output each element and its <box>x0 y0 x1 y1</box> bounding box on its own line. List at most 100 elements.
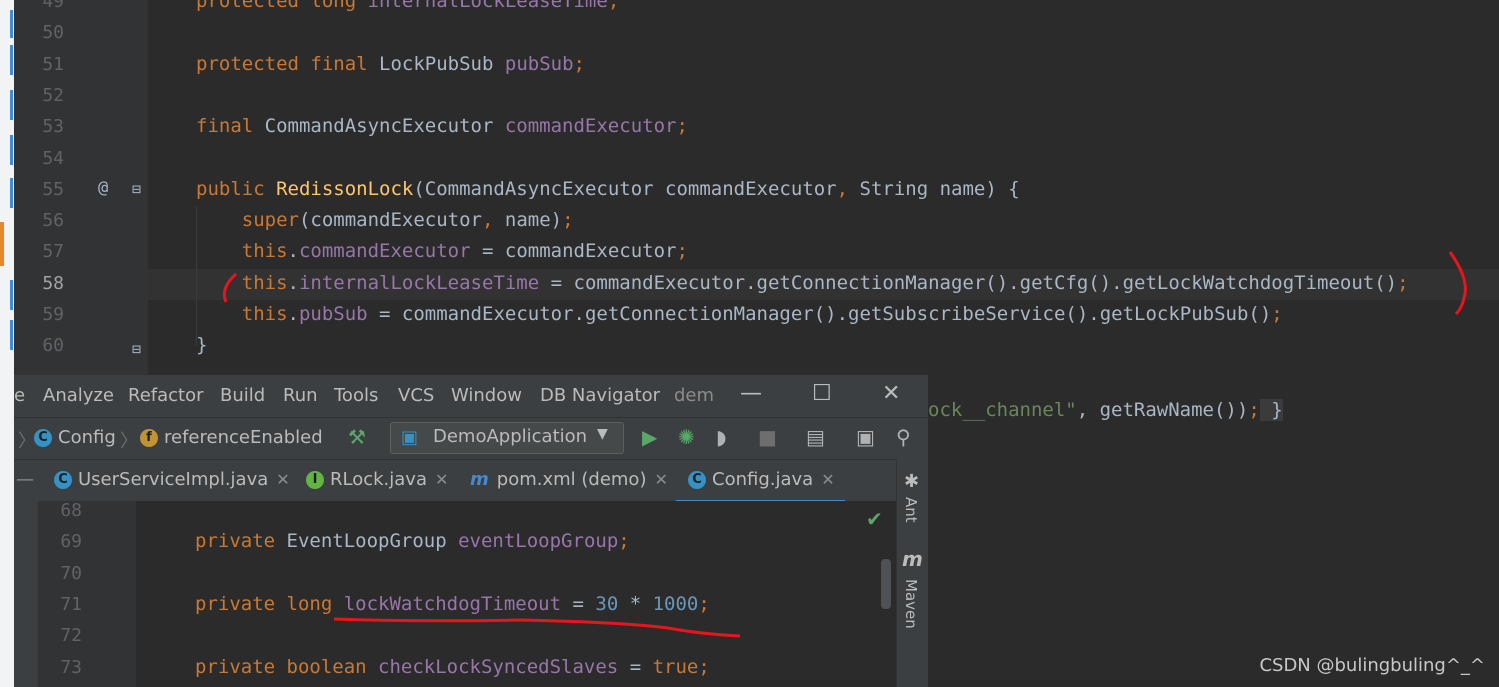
line-number: 60 <box>42 335 64 357</box>
code-token: ; <box>562 209 574 232</box>
window-title: dem <box>674 385 715 406</box>
line-number: 49 <box>42 0 64 12</box>
code-line[interactable]: 57 this.commandExecutor = commandExecuto… <box>14 236 1499 267</box>
code-token: ; <box>1397 271 1409 294</box>
menu-item-edit[interactable]: e <box>14 385 25 406</box>
code-token: this <box>196 271 288 294</box>
code-text: final CommandAsyncExecutor commandExecut… <box>196 111 688 142</box>
code-token: 1000 <box>652 592 699 615</box>
code-line[interactable]: 59 this.pubSub = commandExecutor.getConn… <box>14 299 1499 330</box>
build-hammer-icon[interactable]: ⚒ <box>348 425 366 449</box>
menu-item-vcs[interactable]: VCS <box>398 385 434 406</box>
close-tab-icon[interactable]: ✕ <box>654 470 667 489</box>
code-text: this.pubSub = commandExecutor.getConnect… <box>196 299 1283 330</box>
tab-rlock[interactable]: I RLock.java ✕ <box>306 460 448 500</box>
menu-item-build[interactable]: Build <box>220 385 265 406</box>
debug-bug-icon[interactable]: ✺ <box>678 425 695 449</box>
code-text: this.commandExecutor = commandExecutor; <box>196 236 688 267</box>
code-line[interactable]: 69 private EventLoopGroup eventLoopGroup; <box>14 526 896 557</box>
strip-marker <box>10 90 13 120</box>
code-text: private boolean checkLockSyncedSlaves = … <box>195 652 710 683</box>
code-token: } <box>196 334 208 357</box>
code-line[interactable]: 55 public RedissonLock(CommandAsyncExecut… <box>14 174 1499 205</box>
ant-tool-button[interactable]: Ant <box>902 497 920 523</box>
strip-marker <box>10 135 13 165</box>
stop-icon[interactable]: ■ <box>758 425 777 449</box>
menu-item-run[interactable]: Run <box>283 385 318 406</box>
popup-code-editor[interactable]: 68 69 private EventLoopGroup eventLoopGrou… <box>14 500 896 687</box>
breadcrumb-class[interactable]: C Config <box>34 427 116 448</box>
code-token: . <box>287 271 299 294</box>
tab-pom-xml[interactable]: m pom.xml (demo) ✕ <box>470 460 668 500</box>
code-line[interactable]: 72 <box>14 620 896 651</box>
scrollbar-thumb[interactable] <box>881 559 891 609</box>
code-token: ; <box>698 592 710 615</box>
code-line[interactable]: 52 <box>14 80 1499 111</box>
run-icon[interactable]: ▶ <box>642 425 657 449</box>
run-configuration-label: DemoApplication <box>433 426 588 447</box>
spring-app-icon: ▣ <box>401 427 419 448</box>
code-line[interactable]: 49 protected long internalLockLeaseTime; <box>14 0 1499 17</box>
close-button[interactable]: ✕ <box>882 381 900 406</box>
strip-marker-active <box>0 222 4 266</box>
overflow-code-fragment: ock__channel", getRawName()); } <box>928 399 1283 421</box>
code-text: } <box>196 330 207 361</box>
code-line[interactable]: 71 private long lockWatchdogTimeout = 30 … <box>14 589 896 620</box>
code-token: internalLockLeaseTime <box>367 0 608 12</box>
code-line[interactable]: 58 this.internalLockLeaseTime = commandE… <box>14 268 1499 299</box>
code-token: public <box>196 177 277 200</box>
close-tab-icon[interactable]: ✕ <box>276 470 289 489</box>
code-token: CommandAsyncExecutor <box>264 115 505 138</box>
maximize-button[interactable]: ☐ <box>812 381 832 406</box>
minimize-button[interactable]: — <box>740 381 762 406</box>
code-token: = commandExecutor.getConnectionManager()… <box>367 303 1272 325</box>
code-line[interactable]: 50 <box>14 17 1499 48</box>
coverage-icon[interactable]: ◗ <box>716 425 727 449</box>
code-token: = commandExecutor.getConnectionManager()… <box>539 271 1398 294</box>
code-token: EventLoopGroup <box>286 530 459 553</box>
menu-item-db-navigator[interactable]: DB Navigator <box>540 385 660 406</box>
code-token: long <box>286 592 344 615</box>
code-token: * <box>618 592 653 615</box>
code-line[interactable]: 54 <box>14 143 1499 174</box>
code-line[interactable]: 56 super(commandExecutor, name); <box>14 205 1499 236</box>
menu-bar: e Analyze Refactor Build Run Tools VCS W… <box>14 375 928 417</box>
terminal-window-icon[interactable]: ▣ <box>856 425 875 449</box>
tab-userserviceimpl[interactable]: C UserServiceImpl.java ✕ <box>54 460 290 500</box>
code-line[interactable]: 70 <box>14 558 896 589</box>
code-line[interactable]: 73 private boolean checkLockSyncedSlaves … <box>14 652 896 683</box>
menu-item-window[interactable]: Window <box>451 385 522 406</box>
project-structure-icon[interactable]: ▤ <box>806 425 825 449</box>
close-tab-icon[interactable]: ✕ <box>435 470 448 489</box>
ide-window-popup[interactable]: e Analyze Refactor Build Run Tools VCS W… <box>14 375 928 687</box>
breadcrumb-field[interactable]: f referenceEnabled <box>140 427 323 448</box>
code-text: private EventLoopGroup eventLoopGroup; <box>195 526 630 557</box>
code-line[interactable]: 60} <box>14 330 1499 361</box>
code-token: , <box>481 209 505 232</box>
code-token: commandExecutor <box>504 115 677 138</box>
override-at-icon[interactable]: @ <box>98 178 108 198</box>
run-configuration-select[interactable]: ▣ DemoApplication ▼ <box>390 422 624 454</box>
menu-item-tools[interactable]: Tools <box>334 385 378 406</box>
chevron-down-icon: ▼ <box>597 426 608 442</box>
field-icon: f <box>140 429 158 447</box>
code-line[interactable]: 68 <box>14 495 896 526</box>
code-token: commandExecutor <box>298 240 471 263</box>
close-tab-icon[interactable]: ✕ <box>821 470 834 489</box>
code-token: pubSub <box>504 52 574 75</box>
code-text: protected long internalLockLeaseTime; <box>196 0 619 17</box>
code-token: protected <box>196 52 311 75</box>
fold-start-icon[interactable]: ⊟ <box>132 180 141 198</box>
code-token: final <box>196 115 265 138</box>
code-line[interactable]: 53 final CommandAsyncExecutor commandExec… <box>14 111 1499 142</box>
code-line[interactable]: 51 protected final LockPubSub pubSub; <box>14 49 1499 80</box>
fold-end-icon[interactable]: ⊟ <box>132 340 141 358</box>
menu-item-refactor[interactable]: Refactor <box>128 385 204 406</box>
tab-overflow-icon[interactable]: — <box>16 460 34 500</box>
inspection-ok-check-icon[interactable]: ✔ <box>866 507 883 531</box>
search-icon[interactable]: ⚲ <box>896 425 911 449</box>
code-token: eventLoopGroup <box>458 530 619 553</box>
menu-item-analyze[interactable]: Analyze <box>43 385 114 406</box>
code-token: = <box>561 592 596 615</box>
maven-tool-button[interactable]: Maven <box>902 579 920 629</box>
